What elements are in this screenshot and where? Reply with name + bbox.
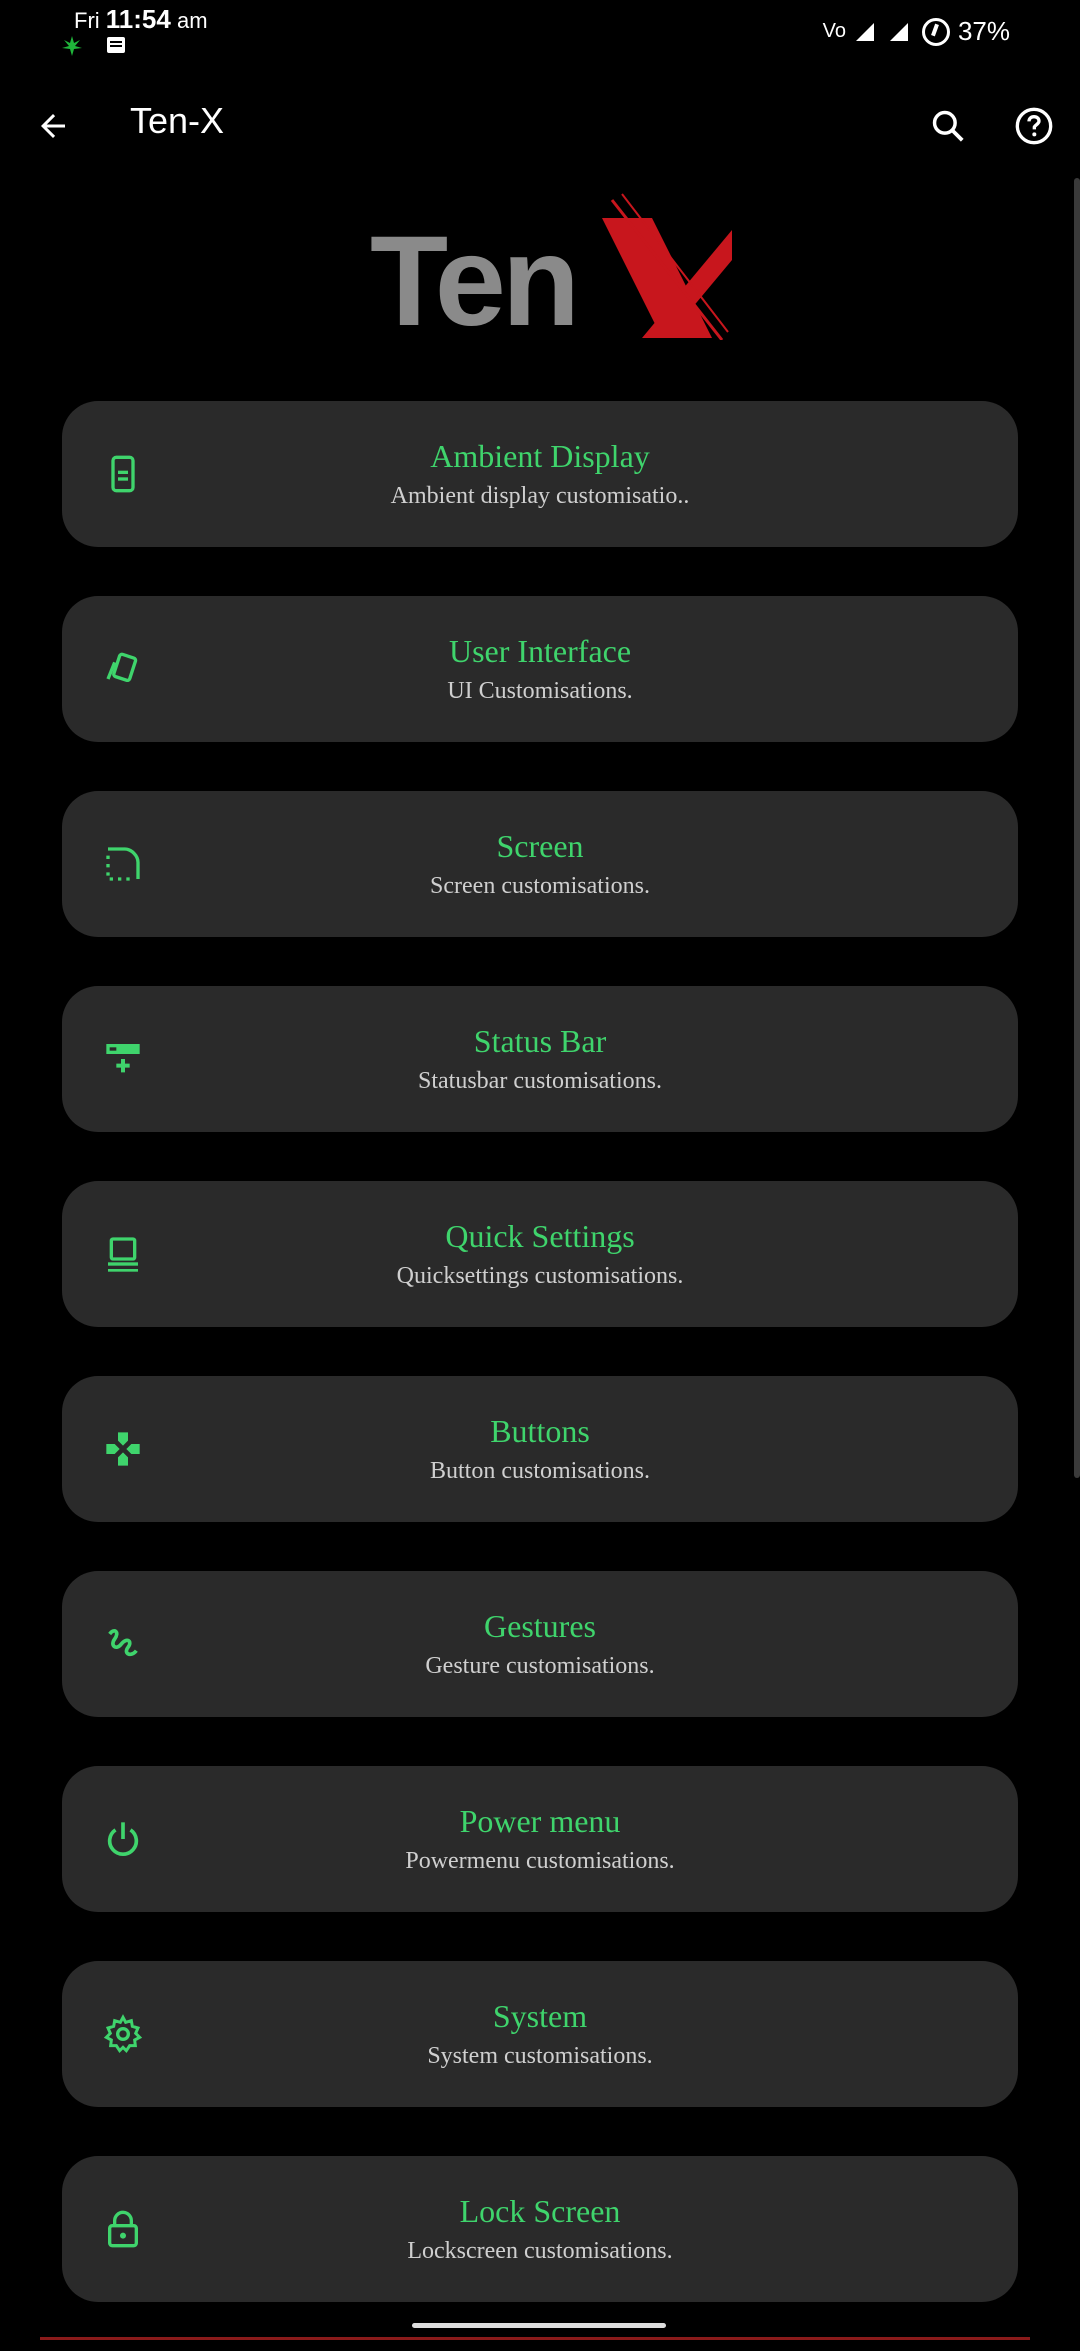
- battery-saver-icon: [921, 17, 950, 46]
- back-button[interactable]: [26, 96, 80, 156]
- leaf-icon: [62, 36, 82, 56]
- item-power-menu[interactable]: Power menu Powermenu customisations.: [62, 1766, 1018, 1912]
- item-quick-settings[interactable]: Quick Settings Quicksettings customisati…: [62, 1181, 1018, 1327]
- item-user-interface[interactable]: User Interface UI Customisations.: [62, 596, 1018, 742]
- status-ampm: am: [176, 8, 208, 33]
- item-subtitle: Lockscreen customisations.: [407, 2238, 673, 2264]
- home-indicator[interactable]: [412, 2323, 666, 2328]
- power-icon: [100, 1816, 146, 1862]
- item-subtitle: Powermenu customisations.: [405, 1848, 675, 1874]
- item-subtitle: Screen customisations.: [430, 873, 650, 899]
- item-title: User Interface: [448, 633, 632, 669]
- status-bar: Fri 11:54 am Vo 37%: [0, 0, 1080, 90]
- item-gestures[interactable]: Gestures Gesture customisations.: [62, 1571, 1018, 1717]
- item-title: Buttons: [490, 1413, 590, 1449]
- status-clock: 11:54: [105, 4, 171, 34]
- screen-corner-icon: [100, 841, 146, 887]
- help-icon: [1015, 107, 1053, 145]
- item-lock-screen[interactable]: Lock Screen Lockscreen customisations.: [62, 2156, 1018, 2302]
- item-subtitle: UI Customisations.: [447, 678, 633, 704]
- laptop-icon: [100, 1231, 146, 1277]
- item-title: Ambient Display: [430, 438, 650, 474]
- item-subtitle: Gesture customisations.: [425, 1653, 655, 1679]
- signal-icon-2: [889, 22, 908, 41]
- gamepad-icon: [100, 1426, 146, 1472]
- gesture-icon: [100, 1621, 146, 1667]
- status-day: Fri: [74, 8, 100, 33]
- settings-list: Ambient Display Ambient display customis…: [62, 401, 1018, 2351]
- cards-icon: [100, 646, 146, 692]
- item-title: Quick Settings: [445, 1218, 635, 1254]
- item-subtitle: System customisations.: [427, 2043, 653, 2069]
- item-title: Status Bar: [473, 1023, 607, 1059]
- lock-icon: [100, 2206, 146, 2252]
- item-title: Power menu: [459, 1803, 621, 1839]
- logo-text: Ten: [370, 210, 580, 353]
- status-right: Vo 37%: [823, 16, 1010, 47]
- item-subtitle: Statusbar customisations.: [418, 1068, 662, 1094]
- item-screen[interactable]: Screen Screen customisations.: [62, 791, 1018, 937]
- logo-x-mark: [602, 193, 732, 340]
- item-buttons[interactable]: Buttons Button customisations.: [62, 1376, 1018, 1522]
- item-title: System: [492, 1998, 588, 2034]
- item-subtitle: Ambient display customisatio..: [390, 483, 690, 509]
- item-title: Gestures: [484, 1608, 596, 1644]
- volte-indicator: Vo: [822, 20, 846, 42]
- item-system[interactable]: System System customisations.: [62, 1961, 1018, 2107]
- signal-icon: [855, 22, 874, 41]
- notification-icons: [60, 34, 128, 58]
- item-status-bar[interactable]: Status Bar Statusbar customisations.: [62, 986, 1018, 1132]
- search-icon: [932, 110, 964, 142]
- scrollbar[interactable]: [1074, 178, 1080, 1478]
- gear-icon: [100, 2011, 146, 2057]
- search-button[interactable]: [920, 98, 976, 154]
- statusbar-add-icon: [100, 1036, 146, 1082]
- item-subtitle: Quicksettings customisations.: [396, 1263, 684, 1289]
- tenx-logo: Ten: [370, 190, 732, 353]
- arrow-left-icon: [41, 114, 65, 138]
- item-subtitle: Button customisations.: [429, 1458, 650, 1484]
- status-time: Fri 11:54 am: [74, 4, 208, 35]
- item-ambient-display[interactable]: Ambient Display Ambient display customis…: [62, 401, 1018, 547]
- item-title: Lock Screen: [459, 2193, 621, 2229]
- help-button[interactable]: [1006, 98, 1062, 154]
- item-title: Screen: [496, 828, 584, 864]
- phone-icon: [100, 451, 146, 497]
- message-icon: [107, 37, 125, 53]
- battery-percent: 37%: [957, 16, 1010, 46]
- page-title: Ten-X: [130, 100, 225, 141]
